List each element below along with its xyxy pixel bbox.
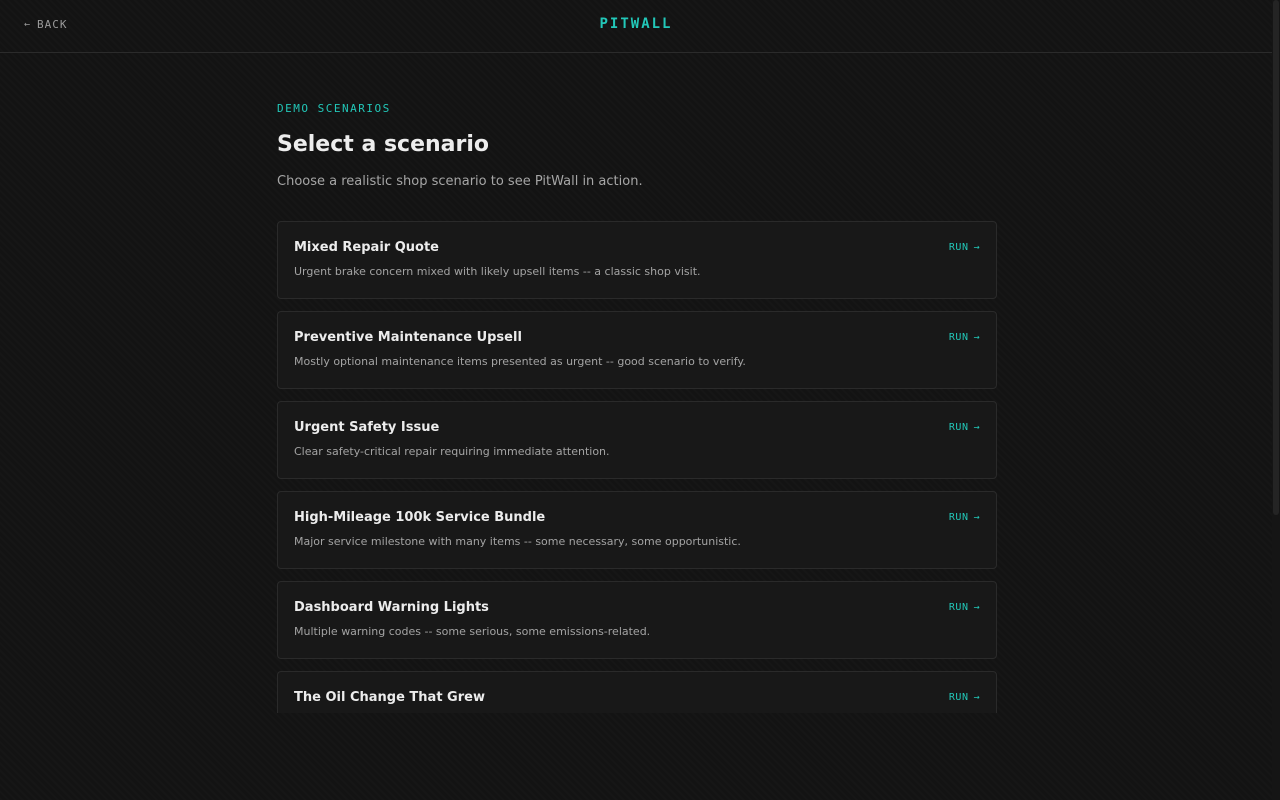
scenario-title: Urgent Safety Issue bbox=[294, 420, 440, 435]
scrollbar-thumb[interactable] bbox=[1273, 0, 1279, 515]
scenario-card-preventive-maintenance-upsell[interactable]: Preventive Maintenance Upsell Mostly opt… bbox=[277, 311, 997, 389]
scenario-description: Major service milestone with many items … bbox=[294, 535, 741, 548]
scenario-title: Dashboard Warning Lights bbox=[294, 600, 489, 615]
brand-logo: PITWALL bbox=[599, 16, 673, 32]
run-button[interactable]: RUN → bbox=[949, 422, 980, 433]
run-label: RUN bbox=[948, 422, 969, 433]
page-title: Select a scenario bbox=[277, 132, 490, 157]
run-label: RUN bbox=[948, 242, 969, 253]
section-eyebrow: DEMO SCENARIOS bbox=[277, 102, 391, 115]
scenario-description: Mostly optional maintenance items presen… bbox=[294, 355, 746, 368]
page-subtitle: Choose a realistic shop scenario to see … bbox=[277, 174, 643, 189]
run-button[interactable]: RUN → bbox=[949, 692, 980, 703]
scenario-title: High-Mileage 100k Service Bundle bbox=[294, 510, 546, 525]
page: ← BACK PITWALL DEMO SCENARIOS Select a s… bbox=[0, 0, 1280, 800]
scenario-description: Clear safety-critical repair requiring i… bbox=[294, 445, 610, 458]
run-label: RUN bbox=[948, 692, 969, 703]
scenario-title: Preventive Maintenance Upsell bbox=[294, 330, 522, 345]
arrow-right-icon: → bbox=[973, 332, 980, 343]
top-bar: ← BACK PITWALL bbox=[0, 0, 1272, 53]
scenario-card-oil-change-that-grew[interactable]: The Oil Change That Grew RUN → bbox=[277, 671, 997, 713]
run-label: RUN bbox=[948, 512, 969, 523]
scenario-description: Urgent brake concern mixed with likely u… bbox=[294, 265, 701, 278]
scenario-card-urgent-safety-issue[interactable]: Urgent Safety Issue Clear safety-critica… bbox=[277, 401, 997, 479]
scenario-title: Mixed Repair Quote bbox=[294, 240, 439, 255]
arrow-right-icon: → bbox=[973, 242, 980, 253]
scenario-card-mixed-repair-quote[interactable]: Mixed Repair Quote Urgent brake concern … bbox=[277, 221, 997, 299]
arrow-right-icon: → bbox=[973, 602, 980, 613]
scenario-title: The Oil Change That Grew bbox=[294, 690, 485, 705]
arrow-right-icon: → bbox=[973, 692, 980, 703]
run-button[interactable]: RUN → bbox=[949, 332, 980, 343]
scenario-list: Mixed Repair Quote Urgent brake concern … bbox=[277, 221, 997, 713]
arrow-right-icon: → bbox=[973, 512, 980, 523]
run-label: RUN bbox=[948, 602, 969, 613]
scrollbar[interactable] bbox=[1272, 0, 1280, 800]
run-label: RUN bbox=[948, 332, 969, 343]
scenario-card-dashboard-warning-lights[interactable]: Dashboard Warning Lights Multiple warnin… bbox=[277, 581, 997, 659]
run-button[interactable]: RUN → bbox=[949, 602, 980, 613]
arrow-right-icon: → bbox=[973, 422, 980, 433]
scenario-description: Multiple warning codes -- some serious, … bbox=[294, 625, 651, 638]
main-content: DEMO SCENARIOS Select a scenario Choose … bbox=[277, 100, 997, 192]
run-button[interactable]: RUN → bbox=[949, 242, 980, 253]
scenario-card-high-mileage-service[interactable]: High-Mileage 100k Service Bundle Major s… bbox=[277, 491, 997, 569]
run-button[interactable]: RUN → bbox=[949, 512, 980, 523]
